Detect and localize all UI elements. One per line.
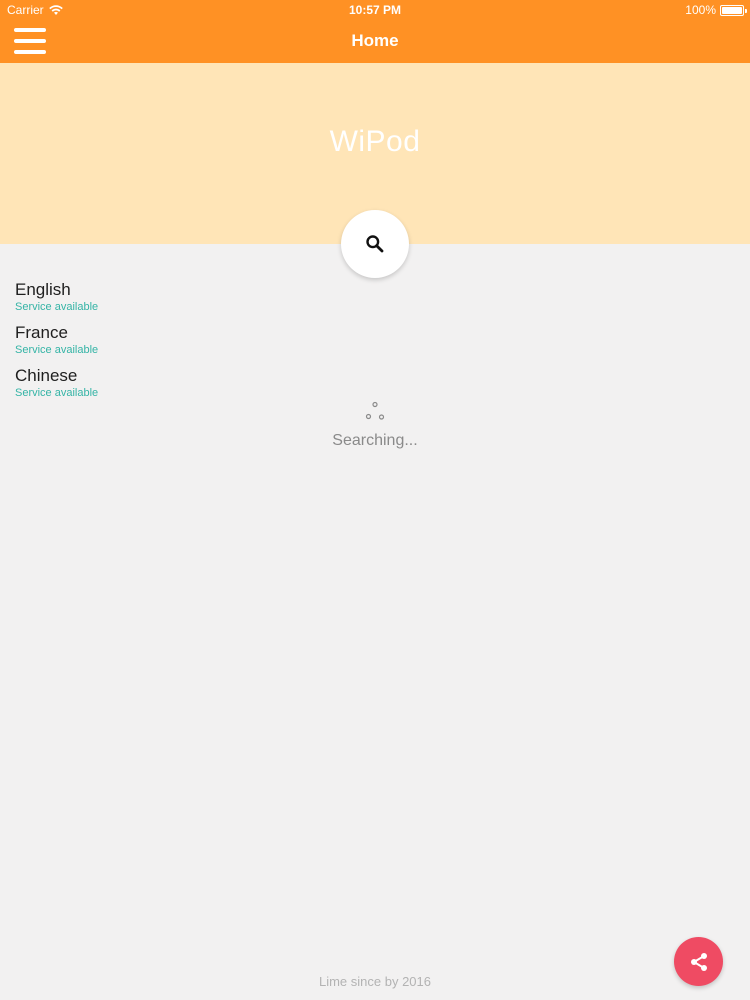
share-icon: [690, 952, 707, 971]
top-bar: Carrier 10:57 PM 100% Home: [0, 0, 750, 63]
search-icon: [366, 235, 384, 253]
language-item-france[interactable]: France Service available: [15, 323, 98, 366]
home-screen: Carrier 10:57 PM 100% Home WiPod English…: [0, 0, 750, 1000]
service-status: Service available: [15, 344, 99, 356]
footer-text: Lime since by 2016: [318, 974, 431, 989]
battery-percent: 100%: [685, 3, 716, 17]
status-time: 10:57 PM: [348, 3, 402, 17]
service-status: Service available: [15, 387, 99, 399]
language-name: Chinese: [15, 366, 78, 385]
battery-level: [722, 6, 742, 14]
language-item-chinese[interactable]: Chinese Service available: [15, 366, 98, 409]
app-name: WiPod: [329, 125, 421, 158]
loading-spinner-icon: [365, 401, 385, 420]
search-button[interactable]: [341, 210, 409, 278]
searching-label: Searching...: [332, 432, 418, 449]
share-button[interactable]: [674, 937, 723, 986]
page-title: Home: [351, 31, 399, 50]
language-name: English: [15, 280, 71, 299]
status-right: 100%: [685, 3, 747, 17]
language-name: France: [15, 323, 68, 342]
service-status: Service available: [15, 301, 99, 313]
language-item-english[interactable]: English Service available: [15, 280, 98, 323]
battery-icon: [720, 4, 747, 16]
language-list: English Service available France Service…: [15, 280, 98, 409]
status-bar: Carrier 10:57 PM 100%: [0, 0, 750, 20]
